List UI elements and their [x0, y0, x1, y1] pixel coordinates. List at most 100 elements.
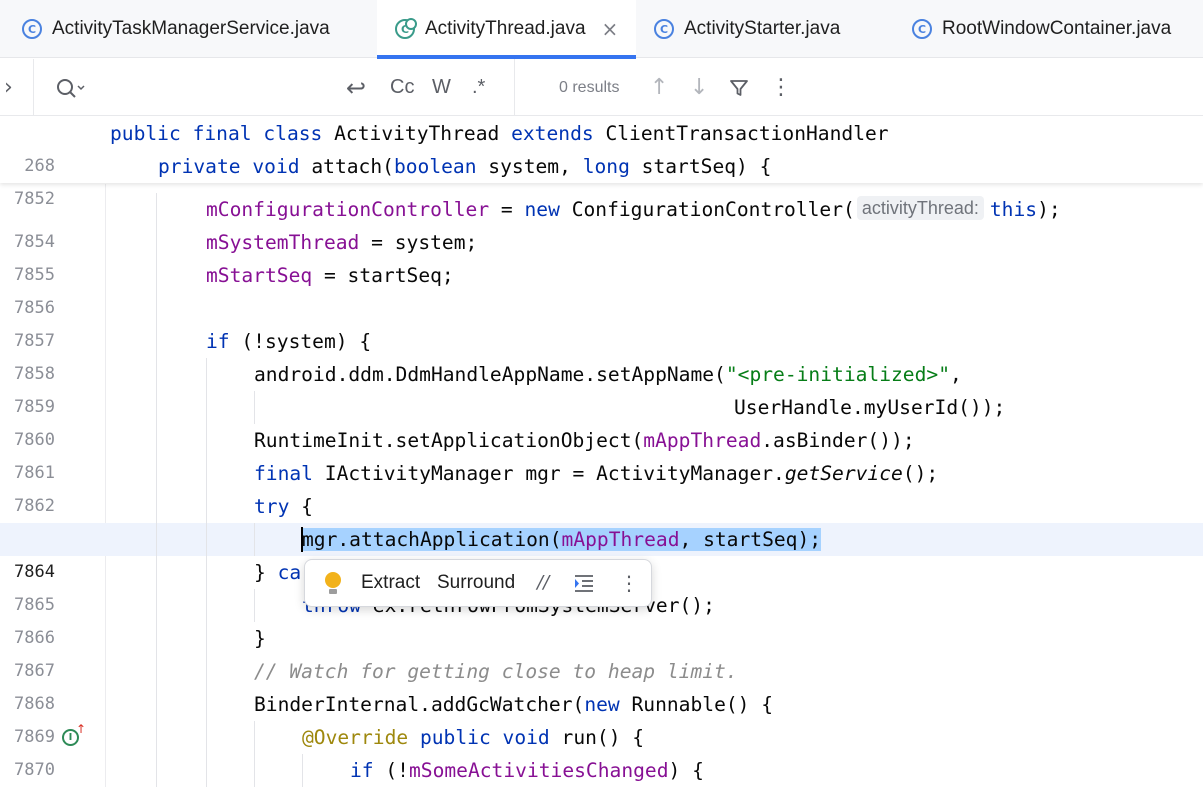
- navigate-up-icon[interactable]: ↑: [76, 723, 86, 735]
- indent-guide: [156, 325, 157, 358]
- sticky-line-method[interactable]: 7852 private void attach(boolean system,…: [0, 150, 1203, 209]
- code-line[interactable]: 7871 if (!mSomeActivitiesChanged) {: [0, 754, 1203, 787]
- indent-guide: [206, 655, 207, 688]
- divider: [514, 59, 515, 116]
- tab-activitystarter[interactable]: C ActivityStarter.java: [636, 0, 894, 58]
- code-editor[interactable]: 268 public final class ActivityThread ex…: [0, 117, 1203, 787]
- text-caret: [301, 527, 303, 552]
- code-line[interactable]: 7859 android.ddm.DdmHandleAppName.setApp…: [0, 358, 1203, 417]
- code-line[interactable]: 7870 I ↑ @Override public void run() {: [0, 721, 1203, 780]
- selected-code-text: mgr.attachApplication(mAppThread, startS…: [302, 528, 822, 551]
- indent-guide: [156, 655, 157, 688]
- indent-guide: [206, 589, 207, 622]
- indent-guide: [254, 523, 255, 556]
- code-line[interactable]: 7856 mStartSeq = startSeq;: [0, 259, 1203, 318]
- tab-label: ActivityThread.java: [425, 18, 586, 39]
- indent-guide: [156, 259, 157, 292]
- indent-guide: [156, 688, 157, 721]
- extract-button[interactable]: Extract: [361, 560, 420, 606]
- tab-activitythread[interactable]: C ActivityThread.java ×: [377, 0, 636, 59]
- indent-guide: [156, 622, 157, 655]
- code-line[interactable]: 7857: [0, 292, 1203, 351]
- regex-button[interactable]: .*: [472, 59, 485, 116]
- tab-rootwindowcontainer[interactable]: C RootWindowContainer.java: [894, 0, 1203, 58]
- indent-guide: [206, 688, 207, 721]
- results-count: 0 results: [559, 78, 620, 96]
- indent-guide: [206, 490, 207, 523]
- filter-icon[interactable]: [729, 59, 749, 116]
- code-line[interactable]: 7861 RuntimeInit.setApplicationObject(mA…: [0, 424, 1203, 483]
- code-line[interactable]: 7854 mConfigurationController = new Conf…: [0, 193, 1203, 252]
- indent-guide: [156, 721, 157, 754]
- code-line[interactable]: 7867 }: [0, 622, 1203, 681]
- tab-label: RootWindowContainer.java: [942, 18, 1172, 39]
- reformat-icon[interactable]: [573, 560, 595, 606]
- code-line[interactable]: 7858 if (!system) {: [0, 325, 1203, 384]
- code-text: final IActivityManager mgr = ActivityMan…: [254, 462, 939, 485]
- code-text: try {: [254, 495, 313, 518]
- indent-guide: [156, 457, 157, 490]
- code-text: private void attach(boolean system, long…: [158, 155, 772, 178]
- match-case-button[interactable]: Cc: [390, 59, 414, 116]
- indent-guide: [206, 622, 207, 655]
- more-options-icon[interactable]: ⋮: [770, 59, 792, 116]
- code-text: if (!system) {: [206, 330, 372, 353]
- indent-guide: [206, 721, 207, 754]
- code-line[interactable]: 7868 // Watch for getting close to heap …: [0, 655, 1203, 714]
- tab-activitytaskmanagerservice[interactable]: C ActivityTaskManagerService.java: [0, 0, 377, 58]
- surround-button[interactable]: Surround: [437, 560, 515, 606]
- code-line[interactable]: 7855 mSystemThread = system;: [0, 226, 1203, 285]
- code-text: android.ddm.DdmHandleAppName.setAppName(…: [254, 363, 962, 386]
- indent-guide: [156, 754, 157, 787]
- close-icon[interactable]: ×: [602, 17, 619, 41]
- indent-guide: [206, 358, 207, 391]
- code-line[interactable]: 7863 try {: [0, 490, 1203, 549]
- indent-guide: [254, 391, 255, 424]
- code-line-current[interactable]: 7864 mgr.attachApplication(mAppThread, s…: [0, 523, 1203, 582]
- newline-icon[interactable]: ↩: [346, 59, 366, 116]
- line-number: 7852: [14, 189, 55, 209]
- indent-guide: [254, 589, 255, 622]
- indent-guide: [302, 754, 303, 787]
- indent-guide: [254, 754, 255, 787]
- next-occurrence-icon[interactable]: ↓: [690, 59, 708, 116]
- code-text: mSystemThread = system;: [206, 231, 478, 254]
- string-literal: "<pre-initialized>": [725, 363, 950, 386]
- code-text: BinderInternal.addGcWatcher(new Runnable…: [254, 693, 774, 716]
- search-icon[interactable]: [56, 59, 86, 116]
- indent-guide: [156, 424, 157, 457]
- expand-replace-icon[interactable]: ›: [4, 59, 13, 116]
- lightbulb-icon[interactable]: [325, 572, 341, 596]
- code-text: RuntimeInit.setApplicationObject(mAppThr…: [254, 429, 915, 452]
- code-comment: // Watch for getting close to heap limit…: [254, 660, 738, 683]
- indent-guide: [206, 523, 207, 556]
- code-text: UserHandle.myUserId());: [734, 396, 1006, 419]
- indent-guide: [156, 358, 157, 391]
- java-class-icon: C: [22, 19, 42, 39]
- code-text: mStartSeq = startSeq;: [206, 264, 454, 287]
- sticky-line-class[interactable]: 268 public final class ActivityThread ex…: [0, 117, 1203, 176]
- comment-icon[interactable]: //: [537, 560, 549, 606]
- indent-guide: [156, 556, 157, 589]
- code-text: if (!mSomeActivitiesChanged) {: [350, 759, 704, 782]
- indent-guide: [206, 424, 207, 457]
- tab-label: ActivityStarter.java: [684, 18, 841, 39]
- indent-guide: [156, 523, 157, 556]
- java-class-icon: C: [395, 18, 417, 39]
- indent-guide: [206, 391, 207, 424]
- previous-occurrence-icon[interactable]: ↑: [650, 59, 668, 116]
- indent-guide: [156, 292, 157, 325]
- code-line[interactable]: 7869 BinderInternal.addGcWatcher(new Run…: [0, 688, 1203, 747]
- code-text: }: [254, 627, 266, 650]
- code-line[interactable]: 7862 final IActivityManager mgr = Activi…: [0, 457, 1203, 516]
- code-line[interactable]: 7860 UserHandle.myUserId());: [0, 391, 1203, 450]
- indent-guide: [156, 226, 157, 259]
- parameter-hint: activityThread:: [856, 196, 984, 220]
- more-options-icon[interactable]: ⋮: [619, 560, 639, 606]
- find-toolbar: › ↩ Cc W .* 0 results ↑ ↓ ⋮: [0, 59, 1203, 116]
- indent-guide: [156, 589, 157, 622]
- sticky-header: 268 public final class ActivityThread ex…: [0, 117, 1203, 209]
- whole-words-button[interactable]: W: [432, 59, 451, 116]
- indent-guide: [156, 391, 157, 424]
- code-text: } ca: [254, 561, 302, 584]
